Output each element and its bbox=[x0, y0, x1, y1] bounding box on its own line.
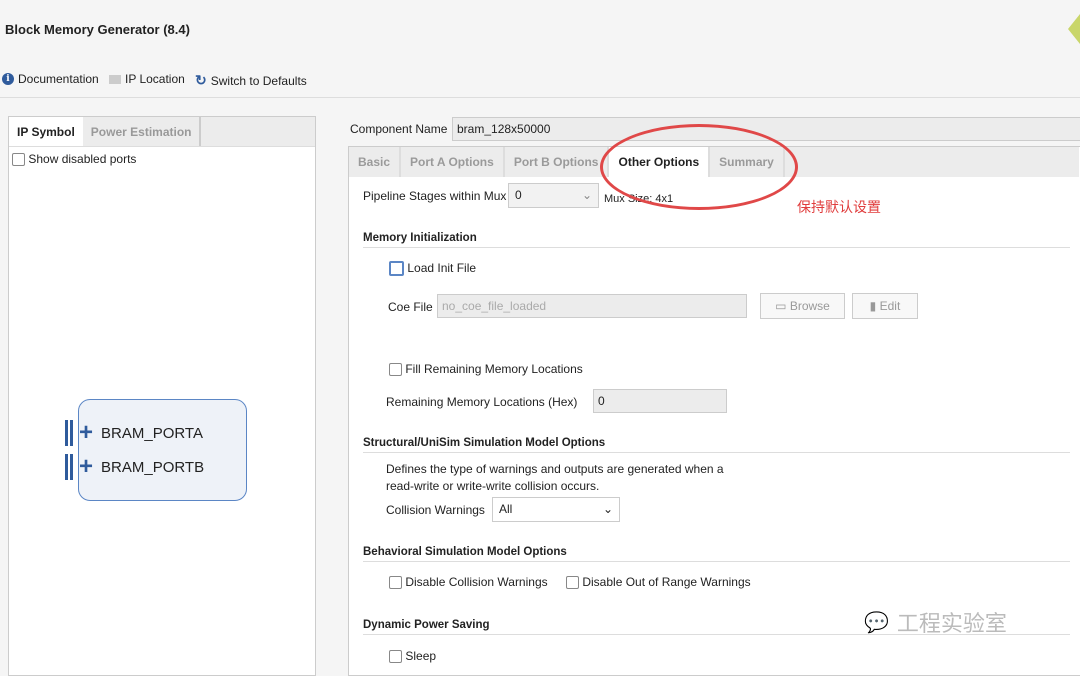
divider bbox=[363, 247, 1070, 248]
disable-range[interactable]: Disable Out of Range Warnings bbox=[566, 575, 751, 590]
fill-remaining[interactable]: Fill Remaining Memory Locations bbox=[389, 362, 583, 377]
ip-symbol-panel: IP Symbol Power Estimation Show disabled… bbox=[8, 116, 316, 676]
pipeline-label: Pipeline Stages within Mux bbox=[363, 189, 507, 203]
edit-label: Edit bbox=[879, 299, 901, 313]
disable-collision[interactable]: Disable Collision Warnings bbox=[389, 575, 548, 590]
show-disabled-ports[interactable]: Show disabled ports bbox=[9, 147, 315, 171]
disable-collision-label: Disable Collision Warnings bbox=[405, 575, 548, 589]
port-a-label: BRAM_PORTA bbox=[101, 424, 203, 442]
expand-icon[interactable]: + bbox=[79, 455, 93, 479]
pipeline-select[interactable]: 0 ⌄ bbox=[508, 183, 599, 208]
port-b[interactable]: + BRAM_PORTB bbox=[65, 454, 204, 480]
wechat-icon: 💬 bbox=[864, 611, 889, 634]
tab-port-a[interactable]: Port A Options bbox=[401, 147, 505, 177]
collision-select[interactable]: All ⌄ bbox=[492, 497, 620, 522]
structural-heading: Structural/UniSim Simulation Model Optio… bbox=[363, 437, 606, 449]
fill-remaining-label: Fill Remaining Memory Locations bbox=[405, 362, 583, 376]
port-bus-icon bbox=[65, 454, 73, 480]
edit-button[interactable]: ▮ Edit bbox=[852, 293, 918, 319]
documentation-label: Documentation bbox=[18, 72, 99, 86]
checkbox[interactable] bbox=[566, 576, 579, 590]
folder-icon: ▭ bbox=[775, 299, 787, 313]
coe-file-input[interactable]: no_coe_file_loaded bbox=[437, 294, 747, 318]
switch-defaults-button[interactable]: ↻ Switch to Defaults bbox=[195, 72, 307, 89]
checkbox[interactable] bbox=[389, 650, 402, 664]
browse-label: Browse bbox=[789, 299, 830, 313]
tab-ip-symbol[interactable]: IP Symbol bbox=[9, 117, 83, 146]
port-b-label: BRAM_PORTB bbox=[101, 458, 205, 476]
collision-description-1: Defines the type of warnings and outputs… bbox=[386, 462, 724, 476]
collision-description-2: read-write or write-write collision occu… bbox=[386, 479, 600, 493]
behavioral-heading: Behavioral Simulation Model Options bbox=[363, 546, 567, 558]
checkbox[interactable] bbox=[389, 576, 402, 590]
checkbox[interactable] bbox=[12, 153, 25, 167]
chevron-down-icon: ⌄ bbox=[602, 502, 613, 516]
port-bus-icon bbox=[65, 420, 73, 446]
ip-location-button[interactable]: IP Location bbox=[109, 72, 185, 86]
remaining-label: Remaining Memory Locations (Hex) bbox=[386, 395, 578, 409]
collision-value: All bbox=[499, 502, 513, 516]
checkbox[interactable] bbox=[389, 261, 404, 277]
component-name-label: Component Name bbox=[350, 122, 448, 136]
checkbox[interactable] bbox=[389, 363, 402, 377]
load-init-label: Load Init File bbox=[407, 261, 477, 275]
ip-location-label: IP Location bbox=[125, 72, 185, 86]
sleep-option[interactable]: Sleep bbox=[389, 649, 437, 664]
collision-label: Collision Warnings bbox=[386, 503, 485, 517]
divider bbox=[363, 452, 1070, 453]
tab-power-estimation[interactable]: Power Estimation bbox=[83, 117, 202, 146]
coe-file-label: Coe File bbox=[388, 300, 433, 314]
folder-icon bbox=[109, 74, 121, 84]
remaining-input[interactable]: 0 bbox=[593, 389, 727, 413]
watermark-text: 工程实验室 bbox=[896, 611, 1007, 636]
window-title: Block Memory Generator (8.4) bbox=[5, 22, 190, 37]
pipeline-value: 0 bbox=[515, 188, 522, 202]
switch-defaults-label: Switch to Defaults bbox=[210, 73, 307, 88]
sleep-label: Sleep bbox=[405, 649, 437, 663]
annotation-note: 保持默认设置 bbox=[797, 199, 881, 215]
tab-port-b[interactable]: Port B Options bbox=[505, 147, 610, 177]
edit-icon: ▮ bbox=[869, 299, 877, 313]
divider bbox=[0, 97, 1080, 98]
refresh-icon: ↻ bbox=[195, 72, 207, 88]
watermark: 💬 工程实验室 bbox=[864, 606, 1007, 638]
info-icon: i bbox=[2, 73, 14, 85]
expand-icon[interactable]: + bbox=[79, 421, 93, 445]
documentation-button[interactable]: i Documentation bbox=[2, 72, 99, 86]
chevron-down-icon: ⌄ bbox=[581, 188, 592, 202]
xilinx-logo-icon bbox=[1068, 14, 1080, 44]
memory-init-heading: Memory Initialization bbox=[363, 232, 477, 244]
browse-button[interactable]: ▭ Browse bbox=[760, 293, 845, 319]
tab-basic[interactable]: Basic bbox=[349, 147, 402, 177]
load-init-file[interactable]: Load Init File bbox=[389, 261, 477, 277]
annotation-ellipse bbox=[600, 124, 798, 210]
port-a[interactable]: + BRAM_PORTA bbox=[65, 420, 203, 446]
ip-symbol-block: + BRAM_PORTA + BRAM_PORTB bbox=[65, 399, 247, 501]
disable-range-label: Disable Out of Range Warnings bbox=[582, 575, 751, 589]
divider bbox=[363, 561, 1070, 562]
show-disabled-label: Show disabled ports bbox=[28, 152, 137, 166]
power-heading: Dynamic Power Saving bbox=[363, 619, 490, 631]
